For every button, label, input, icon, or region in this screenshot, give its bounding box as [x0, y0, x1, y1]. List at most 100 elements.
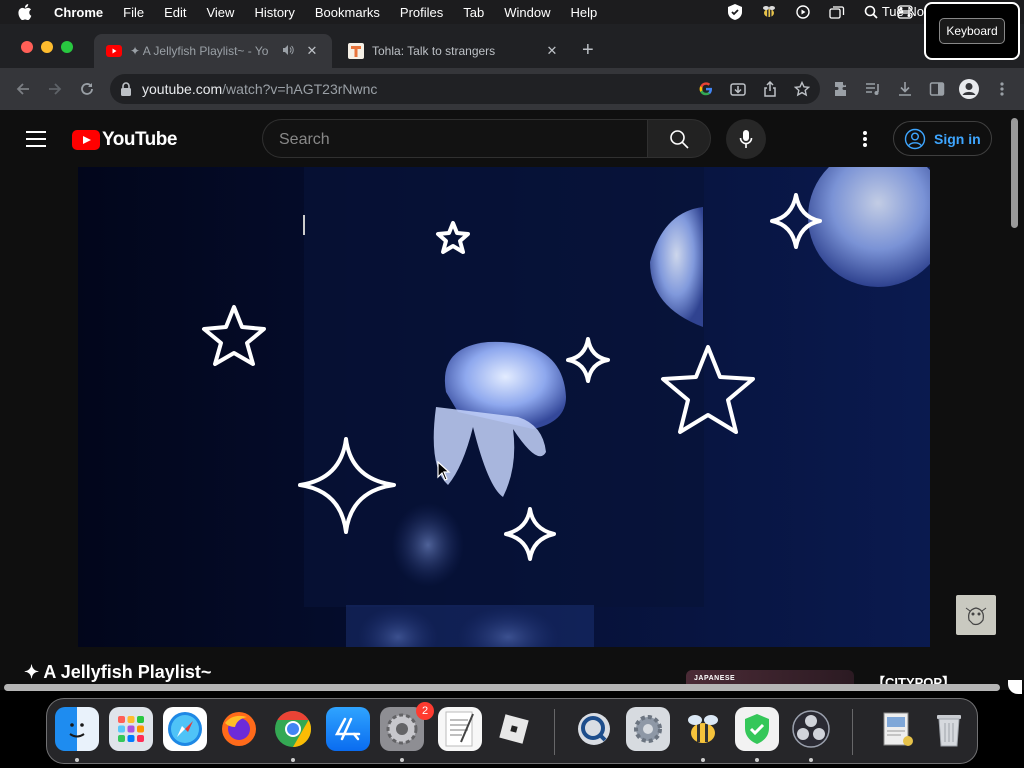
vertical-scrollbar[interactable]	[1011, 118, 1018, 228]
macos-menu-bar: Chrome File Edit View History Bookmarks …	[0, 0, 1024, 24]
shield-check-icon[interactable]	[726, 4, 744, 20]
keyboard-label: Keyboard	[939, 18, 1005, 44]
app-store-icon[interactable]	[326, 707, 370, 751]
address-bar[interactable]: youtube.com/watch?v=hAGT23rNwnc	[110, 74, 820, 104]
youtube-logo-text: YouTube	[102, 129, 177, 150]
menu-bookmarks[interactable]: Bookmarks	[305, 5, 390, 20]
back-button[interactable]	[12, 78, 34, 100]
tab-close-button[interactable]: ✕	[304, 43, 320, 59]
media-controls-icon[interactable]	[864, 80, 882, 98]
tab-tohla[interactable]: Tohla: Talk to strangers ✕	[336, 34, 572, 68]
bee-icon[interactable]	[681, 707, 725, 751]
sign-in-label: Sign in	[934, 130, 981, 147]
safari-icon[interactable]	[163, 707, 207, 751]
menu-help[interactable]: Help	[561, 5, 608, 20]
zoom-window-button[interactable]	[61, 41, 73, 53]
notification-badge: 2	[416, 702, 434, 720]
chrome-icon[interactable]	[271, 707, 315, 751]
keyboard-overlay: Keyboard	[924, 2, 1020, 60]
search-placeholder: Search	[279, 131, 330, 148]
roblox-icon[interactable]	[492, 707, 536, 751]
share-icon[interactable]	[762, 81, 778, 97]
scrollbar-corner	[1008, 680, 1022, 694]
quicktime-icon[interactable]	[572, 707, 616, 751]
youtube-play-icon	[72, 130, 100, 150]
video-title[interactable]: ✦ A Jellyfish Playlist~	[24, 662, 211, 683]
tab-title: ✦ A Jellyfish Playlist~ - Yo	[130, 44, 269, 58]
menu-profiles[interactable]: Profiles	[390, 5, 453, 20]
dock-separator	[554, 709, 555, 755]
search-icon[interactable]	[862, 4, 880, 20]
running-indicator	[400, 758, 404, 762]
running-indicator	[809, 758, 813, 762]
gear-icon[interactable]	[626, 707, 670, 751]
install-app-icon[interactable]	[730, 81, 746, 97]
youtube-icon	[106, 43, 122, 59]
forward-button[interactable]	[44, 78, 66, 100]
youtube-logo[interactable]: YouTube	[72, 129, 177, 151]
textedit-icon[interactable]	[438, 707, 482, 751]
firefox-icon[interactable]	[217, 707, 261, 751]
microphone-icon	[739, 130, 753, 148]
mouse-cursor-icon	[437, 461, 451, 481]
menu-file[interactable]: File	[113, 5, 154, 20]
trash-icon[interactable]	[927, 707, 971, 751]
windows-icon[interactable]	[828, 4, 846, 20]
running-indicator	[755, 758, 759, 762]
video-frame	[78, 167, 930, 647]
obs-icon[interactable]	[789, 707, 833, 751]
url-text[interactable]: youtube.com/watch?v=hAGT23rNwnc	[142, 81, 377, 97]
shield-icon[interactable]	[735, 707, 779, 751]
chrome-menu-icon[interactable]	[993, 80, 1011, 98]
search-button[interactable]	[647, 119, 711, 158]
running-indicator	[701, 758, 705, 762]
search-input[interactable]: Search	[262, 119, 648, 158]
new-tab-button[interactable]: +	[582, 40, 594, 60]
tab-youtube[interactable]: ✦ A Jellyfish Playlist~ - Yo ✕	[94, 34, 332, 68]
menu-window[interactable]: Window	[494, 5, 560, 20]
running-indicator	[75, 758, 79, 762]
menu-history[interactable]: History	[244, 5, 304, 20]
apple-menu-icon[interactable]	[18, 4, 40, 20]
tab-close-button[interactable]: ✕	[544, 43, 560, 59]
side-panel-icon[interactable]	[928, 80, 946, 98]
google-icon[interactable]	[698, 81, 714, 97]
account-circle-icon	[904, 128, 926, 150]
settings-more-icon[interactable]	[855, 129, 875, 149]
browser-toolbar: youtube.com/watch?v=hAGT23rNwnc	[0, 68, 1024, 110]
minimize-window-button[interactable]	[41, 41, 53, 53]
video-player[interactable]	[78, 167, 930, 647]
tohla-icon	[348, 43, 364, 59]
extensions-icon[interactable]	[833, 80, 851, 98]
menu-edit[interactable]: Edit	[154, 5, 196, 20]
bookmark-star-icon[interactable]	[794, 81, 810, 97]
lock-icon[interactable]	[120, 82, 132, 101]
floating-sticker-icon[interactable]	[956, 595, 996, 635]
running-indicator	[291, 758, 295, 762]
finder-icon[interactable]	[55, 707, 99, 751]
launchpad-icon[interactable]	[109, 707, 153, 751]
profile-avatar-icon[interactable]	[958, 78, 980, 100]
menu-view[interactable]: View	[196, 5, 244, 20]
dock: 2	[46, 698, 978, 764]
menu-app-name[interactable]: Chrome	[44, 5, 113, 20]
menu-tab[interactable]: Tab	[453, 5, 494, 20]
preview-icon[interactable]	[875, 707, 919, 751]
related-thumb-text: JAPANESE	[694, 675, 736, 682]
horizontal-scrollbar[interactable]	[4, 684, 1000, 691]
voice-search-button[interactable]	[726, 119, 766, 159]
sign-in-button[interactable]: Sign in	[893, 121, 992, 156]
menu-icon[interactable]	[26, 131, 46, 147]
close-window-button[interactable]	[21, 41, 33, 53]
url-host: youtube.com	[142, 81, 223, 97]
tab-title: Tohla: Talk to strangers	[372, 44, 496, 58]
speaker-icon[interactable]	[282, 44, 298, 59]
reload-button[interactable]	[76, 78, 98, 100]
url-path: /watch?v=hAGT23rNwnc	[222, 81, 378, 97]
play-circle-icon[interactable]	[794, 4, 812, 20]
dock-separator	[852, 709, 853, 755]
tab-strip: ✦ A Jellyfish Playlist~ - Yo ✕ Tohla: Ta…	[0, 24, 1024, 68]
menu-clock[interactable]: Tue No	[882, 4, 924, 19]
downloads-icon[interactable]	[896, 80, 914, 98]
bee-icon[interactable]	[760, 4, 778, 20]
